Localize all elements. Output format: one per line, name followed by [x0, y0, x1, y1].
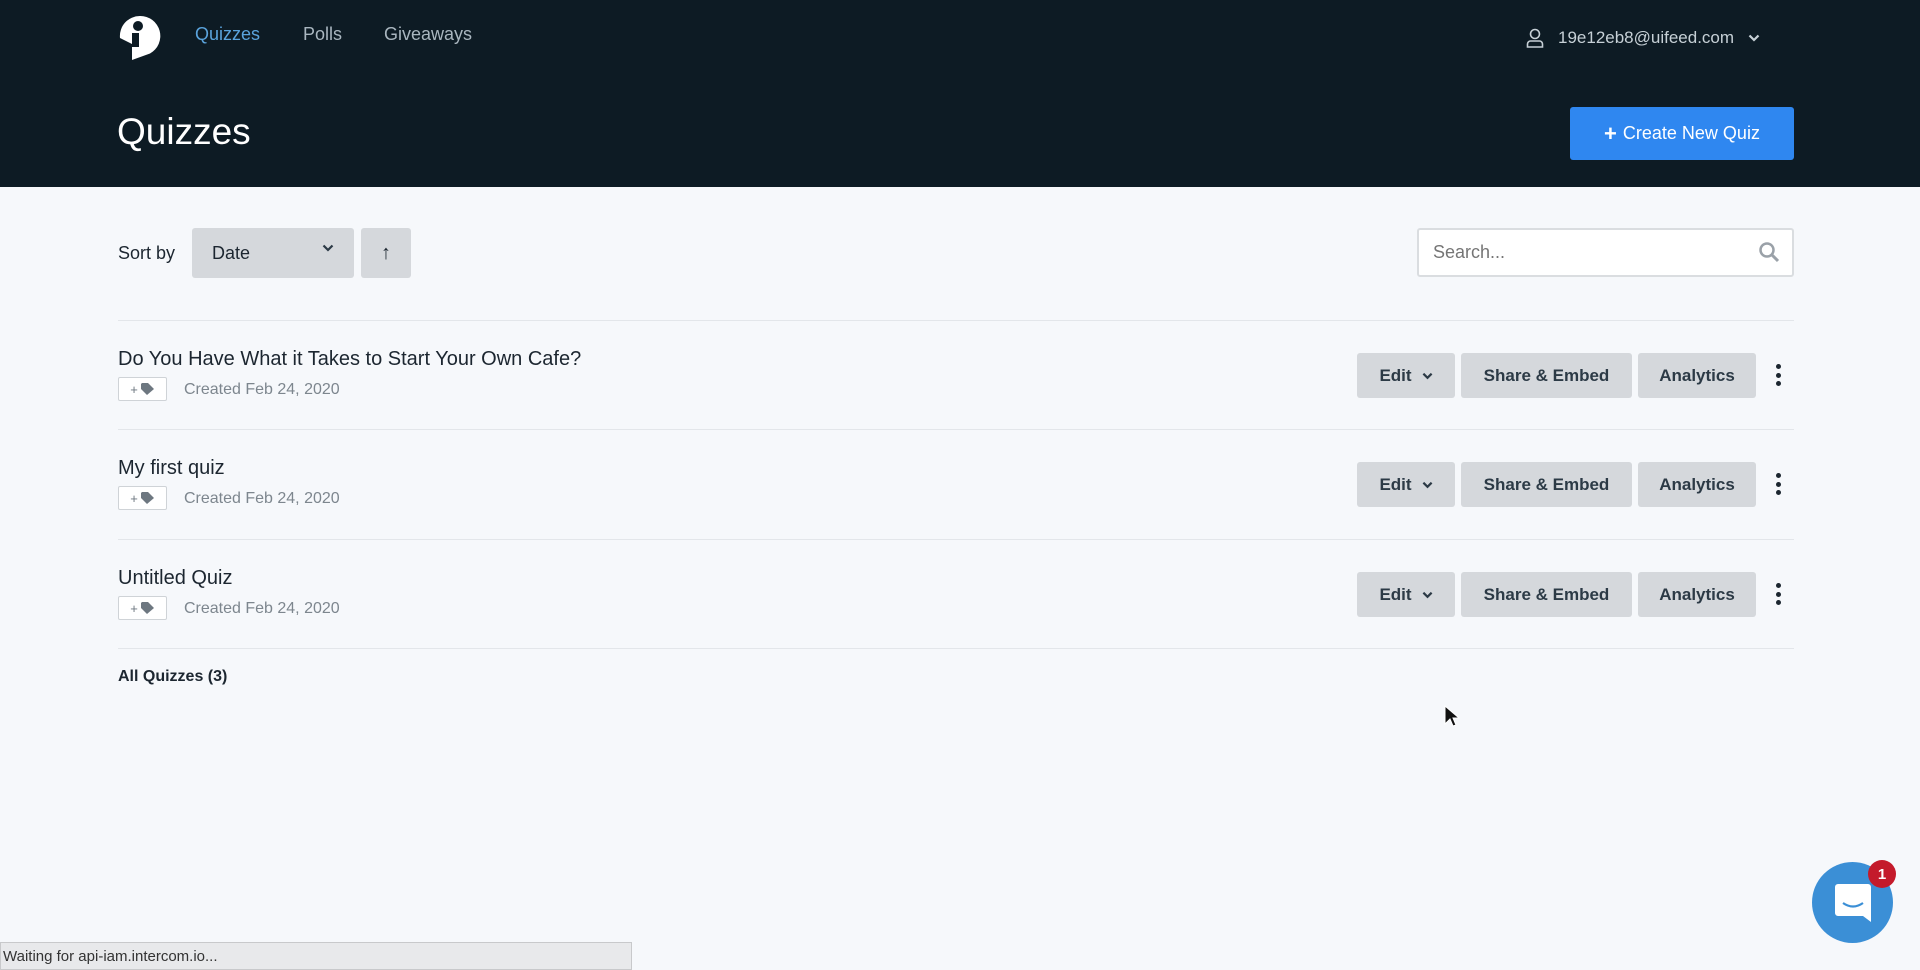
analytics-button[interactable]: Analytics — [1638, 353, 1756, 398]
search-input[interactable] — [1419, 230, 1739, 274]
top-header: Quizzes Polls Giveaways 19e12eb8@uifeed.… — [0, 0, 1920, 187]
divider — [118, 539, 1794, 540]
browser-status-bar: Waiting for api-iam.intercom.io... — [0, 942, 632, 970]
search-icon[interactable] — [1758, 241, 1780, 263]
share-embed-button[interactable]: Share & Embed — [1461, 353, 1632, 398]
created-date: Created Feb 24, 2020 — [184, 381, 340, 398]
edit-button[interactable]: Edit — [1357, 462, 1455, 507]
more-options-icon[interactable] — [1770, 469, 1786, 499]
divider — [118, 648, 1794, 649]
created-date: Created Feb 24, 2020 — [184, 490, 340, 507]
analytics-button[interactable]: Analytics — [1638, 462, 1756, 507]
tag-icon — [140, 602, 154, 614]
user-email: 19e12eb8@uifeed.com — [1558, 28, 1735, 47]
chevron-down-icon — [1422, 372, 1432, 379]
share-embed-button[interactable]: Share & Embed — [1461, 462, 1632, 507]
all-quizzes-count: All Quizzes (3) — [118, 668, 228, 685]
plus-icon: + — [1604, 120, 1617, 146]
create-new-quiz-button[interactable]: + Create New Quiz — [1570, 107, 1794, 160]
analytics-button[interactable]: Analytics — [1638, 572, 1756, 617]
search-box[interactable] — [1417, 228, 1794, 277]
page-title: Quizzes — [117, 111, 251, 152]
chat-icon — [1834, 883, 1871, 922]
add-tag-button[interactable]: + — [118, 596, 167, 620]
sort-direction-button[interactable]: ↑ — [361, 228, 411, 278]
nav-quizzes[interactable]: Quizzes — [195, 24, 260, 45]
more-options-icon[interactable] — [1770, 360, 1786, 390]
divider — [118, 429, 1794, 430]
mouse-cursor-icon — [1444, 705, 1460, 727]
user-icon — [1526, 28, 1544, 48]
tag-icon — [140, 492, 154, 504]
add-tag-button[interactable]: + — [118, 377, 167, 401]
quiz-title[interactable]: Do You Have What it Takes to Start Your … — [118, 348, 581, 371]
divider — [118, 320, 1794, 321]
edit-button[interactable]: Edit — [1357, 572, 1455, 617]
sort-label: Sort by — [118, 243, 176, 263]
notification-badge: 1 — [1868, 860, 1896, 888]
more-options-icon[interactable] — [1770, 579, 1786, 609]
user-menu[interactable]: 19e12eb8@uifeed.com — [1526, 28, 1760, 48]
quiz-title[interactable]: Untitled Quiz — [118, 567, 233, 590]
edit-button[interactable]: Edit — [1357, 353, 1455, 398]
logo-icon[interactable] — [118, 14, 162, 60]
chevron-down-icon — [1422, 591, 1432, 598]
add-tag-button[interactable]: + — [118, 486, 167, 510]
quiz-title[interactable]: My first quiz — [118, 457, 225, 480]
chevron-down-icon — [1422, 481, 1432, 488]
share-embed-button[interactable]: Share & Embed — [1461, 572, 1632, 617]
tag-icon — [140, 383, 154, 395]
arrow-up-icon: ↑ — [381, 241, 391, 264]
sort-select[interactable]: Date — [192, 228, 354, 278]
nav-giveaways[interactable]: Giveaways — [384, 24, 472, 45]
created-date: Created Feb 24, 2020 — [184, 600, 340, 617]
chevron-down-icon — [1748, 34, 1760, 42]
nav-polls[interactable]: Polls — [303, 24, 342, 45]
chevron-down-icon — [322, 244, 334, 252]
